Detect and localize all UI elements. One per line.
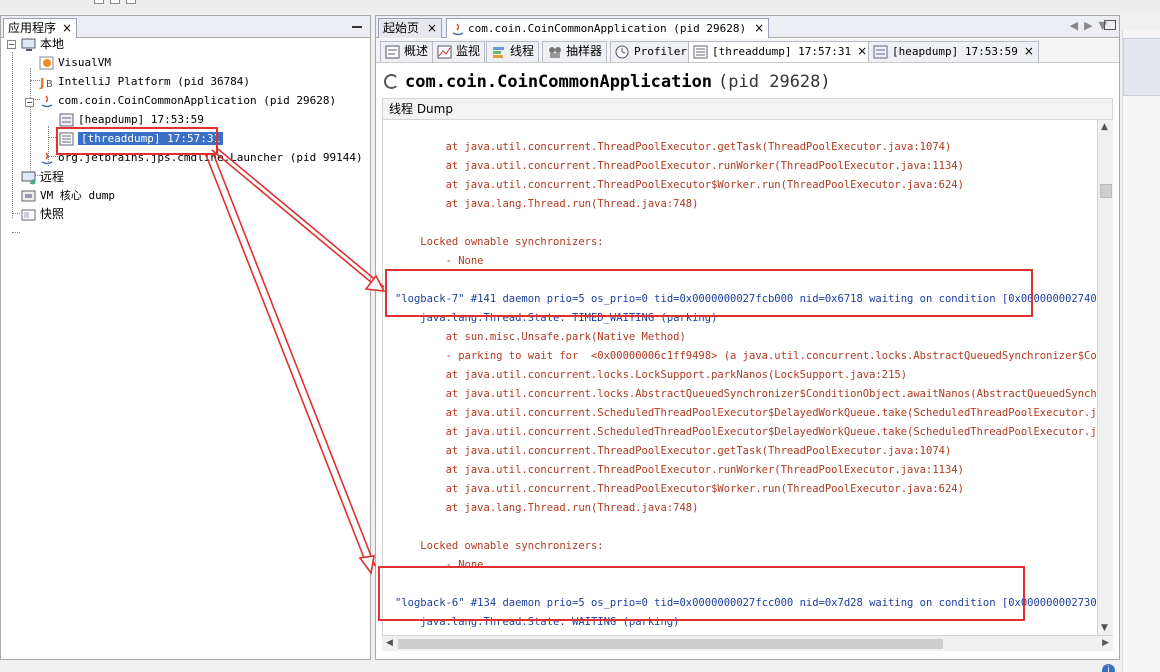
annotation-arrows (205, 148, 386, 575)
